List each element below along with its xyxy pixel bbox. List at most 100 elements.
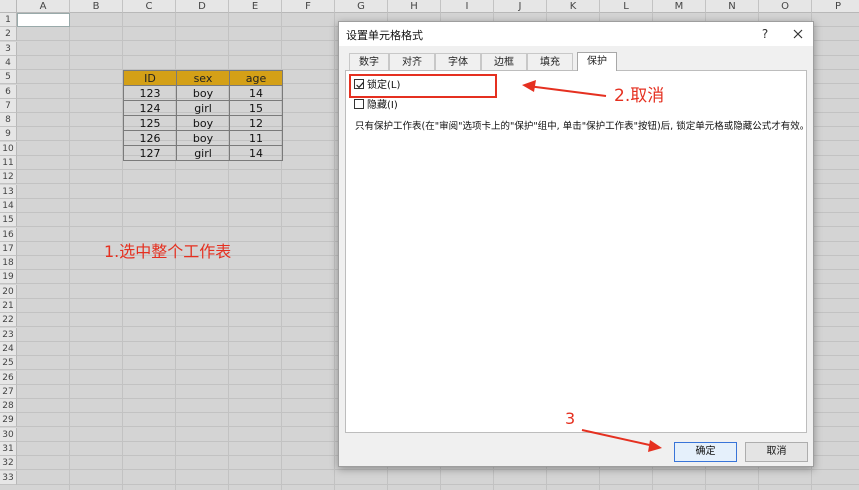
cancel-button[interactable]: 取消: [745, 442, 808, 462]
active-cell[interactable]: [17, 13, 70, 27]
column-header-l[interactable]: L: [600, 0, 653, 13]
tab-number[interactable]: 数字: [349, 53, 389, 70]
row-header-16[interactable]: 16: [0, 228, 17, 242]
row-header-12[interactable]: 12: [0, 170, 17, 184]
row-header-33[interactable]: 33: [0, 471, 17, 485]
table-row: 124 girl 15: [123, 100, 283, 116]
row-header-3[interactable]: 3: [0, 42, 17, 56]
row-header-19[interactable]: 19: [0, 270, 17, 284]
table-cell[interactable]: girl: [176, 145, 230, 161]
table-cell[interactable]: 124: [123, 100, 177, 116]
grid-column-line: [69, 13, 70, 490]
table-cell[interactable]: boy: [176, 85, 230, 101]
format-cells-dialog: 设置单元格格式 ? 数字 对齐 字体 边框 填充 保护 锁定(L) 隐藏(I) …: [338, 21, 814, 467]
table-cell[interactable]: boy: [176, 130, 230, 146]
row-header-13[interactable]: 13: [0, 185, 17, 199]
column-header-c[interactable]: C: [123, 0, 176, 13]
table-cell[interactable]: 11: [229, 130, 283, 146]
select-all-corner[interactable]: [0, 0, 17, 13]
column-header-e[interactable]: E: [229, 0, 282, 13]
table-cell[interactable]: 125: [123, 115, 177, 131]
column-header-f[interactable]: F: [282, 0, 335, 13]
tab-alignment[interactable]: 对齐: [389, 53, 435, 70]
row-header-29[interactable]: 29: [0, 413, 17, 427]
annotation-step1: 1.选中整个工作表: [104, 242, 232, 261]
row-header-20[interactable]: 20: [0, 285, 17, 299]
table-cell[interactable]: 12: [229, 115, 283, 131]
column-header-b[interactable]: B: [70, 0, 123, 13]
column-header-a[interactable]: A: [17, 0, 70, 13]
row-header-22[interactable]: 22: [0, 313, 17, 327]
grid-column-line: [334, 13, 335, 490]
tab-protection[interactable]: 保护: [577, 52, 617, 71]
row-header-31[interactable]: 31: [0, 442, 17, 456]
hidden-label: 隐藏(I): [367, 100, 398, 111]
row-header-9[interactable]: 9: [0, 127, 17, 141]
row-header-18[interactable]: 18: [0, 256, 17, 270]
table-row: 125 boy 12: [123, 115, 283, 131]
checkbox-unchecked-icon: [354, 99, 364, 109]
row-header-5[interactable]: 5: [0, 70, 17, 84]
column-header-o[interactable]: O: [759, 0, 812, 13]
highlight-box: [349, 74, 497, 98]
question-icon[interactable]: ?: [754, 25, 776, 43]
row-header-11[interactable]: 11: [0, 156, 17, 170]
table-row: 127 girl 14: [123, 145, 283, 161]
row-header-17[interactable]: 17: [0, 242, 17, 256]
row-header-25[interactable]: 25: [0, 356, 17, 370]
table-header-cell[interactable]: age: [229, 70, 283, 86]
table-row: 126 boy 11: [123, 130, 283, 146]
table-cell[interactable]: girl: [176, 100, 230, 116]
table-cell[interactable]: 14: [229, 85, 283, 101]
hidden-checkbox[interactable]: 隐藏(I): [354, 99, 398, 113]
row-header-2[interactable]: 2: [0, 27, 17, 41]
column-header-g[interactable]: G: [335, 0, 388, 13]
row-header-1[interactable]: 1: [0, 13, 17, 27]
ok-button[interactable]: 确定: [674, 442, 737, 462]
table-header-cell[interactable]: sex: [176, 70, 230, 86]
table-header-cell[interactable]: ID: [123, 70, 177, 86]
row-header-28[interactable]: 28: [0, 399, 17, 413]
row-header-8[interactable]: 8: [0, 113, 17, 127]
protection-note: 只有保护工作表(在"审阅"选项卡上的"保护"组中, 单击"保护工作表"按钮)后,…: [355, 121, 810, 132]
table-cell[interactable]: 14: [229, 145, 283, 161]
row-header-7[interactable]: 7: [0, 99, 17, 113]
close-icon[interactable]: [787, 25, 809, 43]
column-header-p[interactable]: P: [812, 0, 859, 13]
row-header-27[interactable]: 27: [0, 385, 17, 399]
tab-border[interactable]: 边框: [481, 53, 527, 70]
annotation-step3: 3: [565, 409, 576, 428]
table-cell[interactable]: 127: [123, 145, 177, 161]
row-header-24[interactable]: 24: [0, 342, 17, 356]
tab-font[interactable]: 字体: [435, 53, 481, 70]
annotation-step2: 2.取消: [614, 86, 665, 106]
grid-row-line: [17, 469, 859, 470]
column-header-d[interactable]: D: [176, 0, 229, 13]
row-header-15[interactable]: 15: [0, 213, 17, 227]
grid-row-line: [17, 484, 859, 485]
column-header-k[interactable]: K: [547, 0, 600, 13]
row-header-32[interactable]: 32: [0, 456, 17, 470]
table-cell[interactable]: 126: [123, 130, 177, 146]
row-header-23[interactable]: 23: [0, 328, 17, 342]
row-header-10[interactable]: 10: [0, 142, 17, 156]
table-cell[interactable]: 123: [123, 85, 177, 101]
tab-fill[interactable]: 填充: [527, 53, 573, 70]
row-header-21[interactable]: 21: [0, 299, 17, 313]
row-header-14[interactable]: 14: [0, 199, 17, 213]
dialog-title: 设置单元格格式: [346, 29, 423, 42]
column-header-j[interactable]: J: [494, 0, 547, 13]
row-header-6[interactable]: 6: [0, 85, 17, 99]
row-header-26[interactable]: 26: [0, 371, 17, 385]
table-cell[interactable]: boy: [176, 115, 230, 131]
row-header-4[interactable]: 4: [0, 56, 17, 70]
column-header-m[interactable]: M: [653, 0, 706, 13]
column-header-h[interactable]: H: [388, 0, 441, 13]
dialog-titlebar[interactable]: 设置单元格格式 ?: [339, 22, 813, 46]
column-header-i[interactable]: I: [441, 0, 494, 13]
column-header-n[interactable]: N: [706, 0, 759, 13]
table-row: 123 boy 14: [123, 85, 283, 101]
table-header-row: ID sex age: [123, 70, 283, 86]
row-header-30[interactable]: 30: [0, 428, 17, 442]
table-cell[interactable]: 15: [229, 100, 283, 116]
